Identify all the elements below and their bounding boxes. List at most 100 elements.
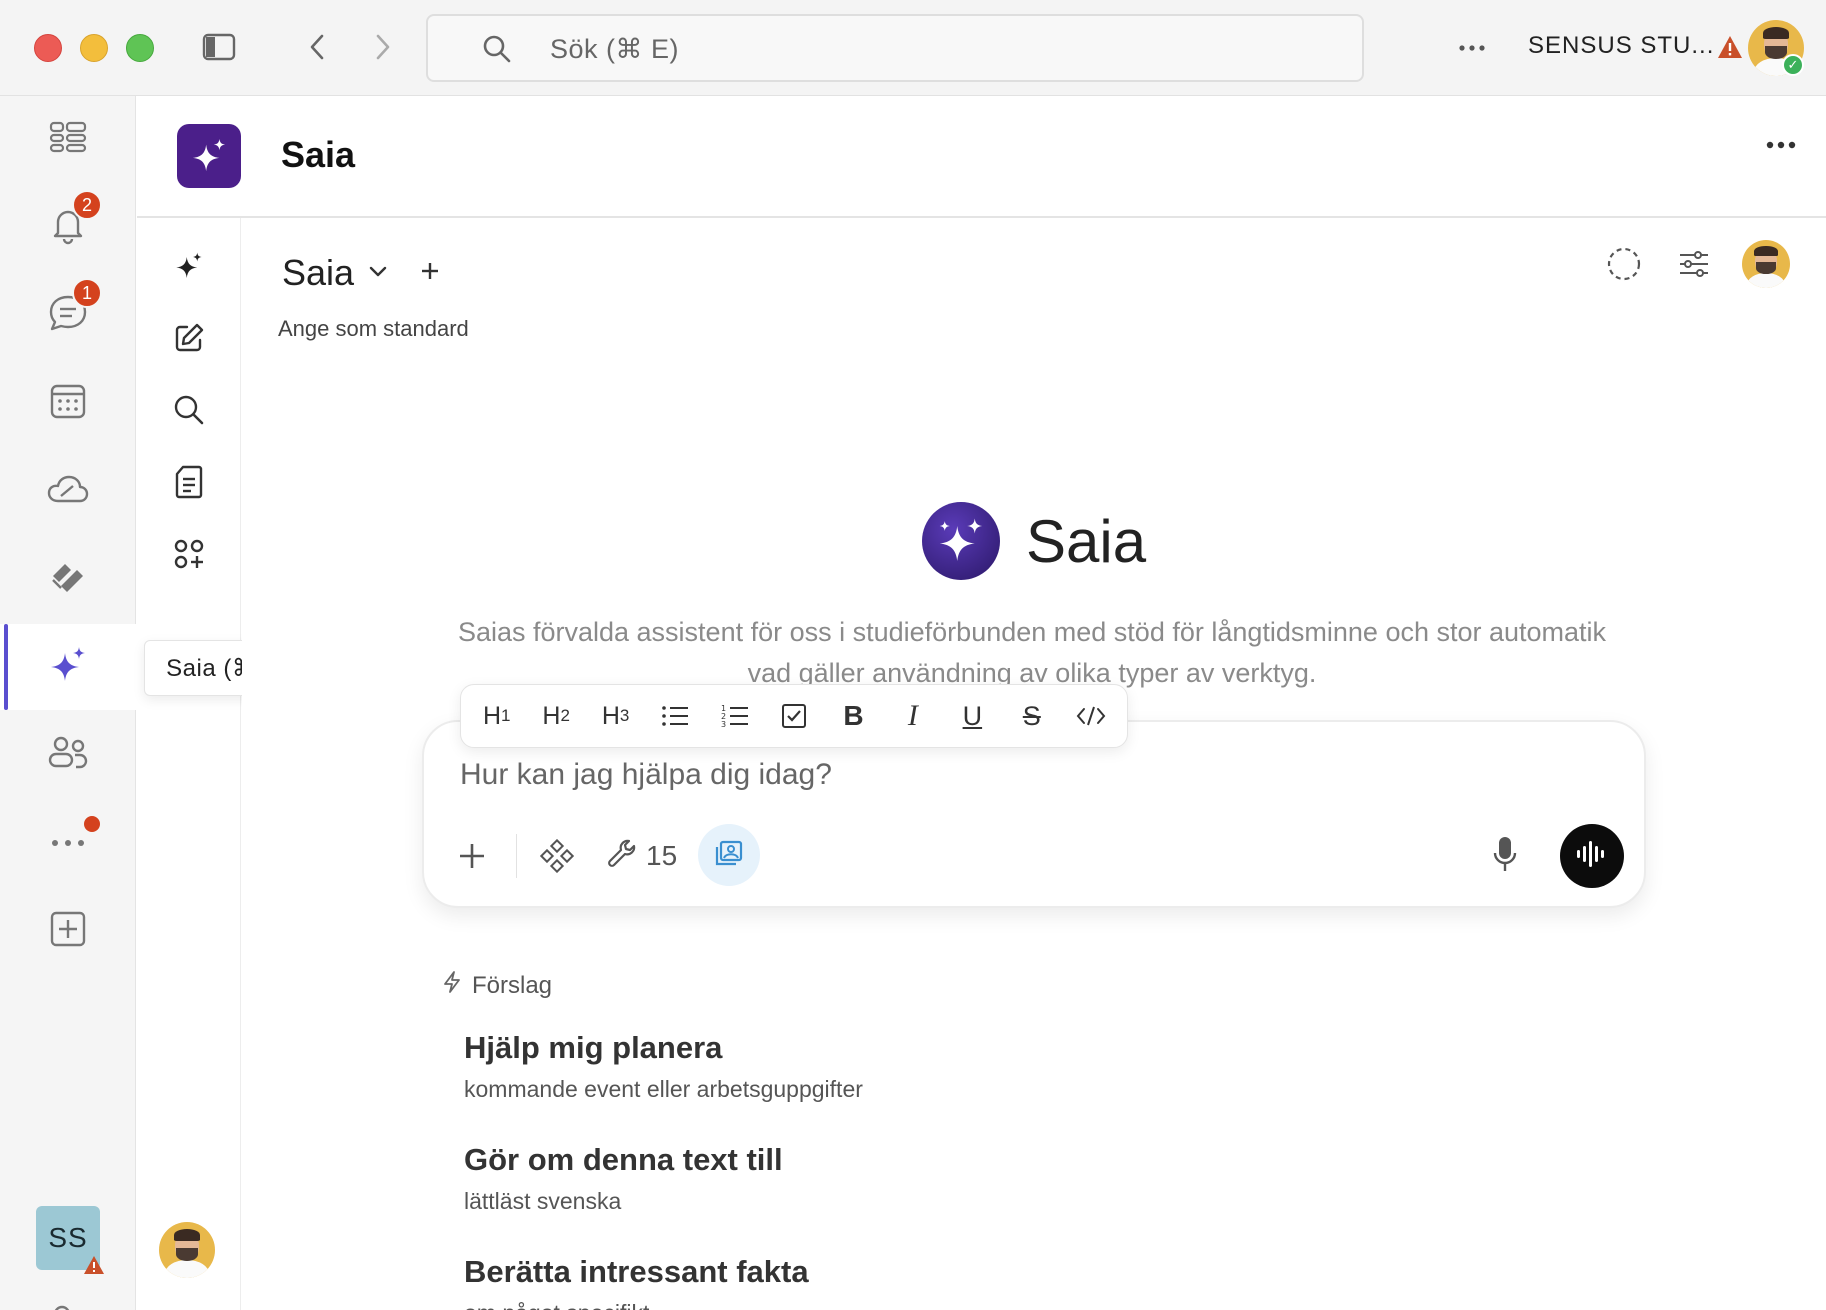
- settings-sliders-icon[interactable]: [1678, 250, 1710, 283]
- notifications-badge: 2: [72, 190, 102, 220]
- calendar-icon: [49, 382, 87, 425]
- suggestion-subtitle: kommande event eller arbetsguppgifter: [464, 1076, 863, 1102]
- main-navigation-rail: 2 1 SS: [0, 96, 136, 1310]
- edit-pencil-icon: [173, 322, 205, 359]
- suggestion-title: Gör om denna text till: [464, 1142, 783, 1177]
- workspace-name[interactable]: SENSUS STU...: [1528, 32, 1714, 60]
- nav-chat[interactable]: 1: [0, 272, 136, 358]
- nav-people[interactable]: [0, 712, 136, 798]
- assistant-selector[interactable]: Saia: [282, 252, 440, 294]
- online-status-icon: ✓: [1782, 54, 1804, 76]
- nav-tasks[interactable]: [0, 536, 136, 622]
- assistant-name: Saia: [282, 252, 355, 293]
- message-composer[interactable]: Hur kan jag hjälpa dig idag? 15: [422, 720, 1646, 908]
- sparkle-icon: [174, 251, 204, 286]
- document-icon: [175, 465, 203, 504]
- apps-grid-icon: [173, 538, 205, 575]
- assistant-owner-avatar[interactable]: [1742, 240, 1790, 288]
- hero-assistant-name: Saia: [1026, 507, 1147, 575]
- search-chats-button[interactable]: [137, 382, 241, 442]
- search-placeholder: Sök (⌘ E): [550, 34, 680, 64]
- tool-count: 15: [646, 840, 678, 871]
- bold-button[interactable]: B: [829, 692, 877, 740]
- chevron-down-icon[interactable]: [368, 264, 388, 282]
- minimize-window-button[interactable]: [80, 34, 108, 62]
- microphone-icon[interactable]: [1492, 836, 1518, 879]
- tools-button[interactable]: 15: [608, 826, 677, 886]
- heading-2-button[interactable]: H2: [532, 692, 580, 740]
- more-icon: [51, 834, 85, 852]
- zoom-window-button[interactable]: [126, 34, 154, 62]
- close-window-button[interactable]: [34, 34, 62, 62]
- suggestion-item[interactable]: Berätta intressant fakta om något specif…: [464, 1254, 809, 1310]
- assistant-user-avatar[interactable]: [159, 1222, 215, 1278]
- image-generation-toggle[interactable]: [698, 824, 760, 886]
- global-search-input[interactable]: Sök (⌘ E): [426, 14, 1364, 82]
- suggestion-title: Berätta intressant fakta: [464, 1254, 809, 1289]
- new-chat-button[interactable]: [137, 310, 241, 370]
- assistant-description: Saias förvalda assistent för oss i studi…: [457, 617, 1607, 688]
- search-icon: [173, 394, 205, 431]
- chat-badge: 1: [72, 278, 102, 308]
- strikethrough-button[interactable]: S: [1008, 692, 1056, 740]
- nav-more[interactable]: [0, 800, 136, 886]
- checklist-icon[interactable]: [770, 692, 818, 740]
- nav-cloud[interactable]: [0, 448, 136, 534]
- suggestion-subtitle: lättläst svenska: [464, 1188, 622, 1214]
- nav-user-notifications[interactable]: [0, 1284, 136, 1310]
- sparkle-icon: [48, 645, 88, 690]
- nav-saia[interactable]: [0, 624, 136, 710]
- saia-logo: [177, 124, 241, 188]
- back-arrow-icon[interactable]: [302, 30, 332, 64]
- cloud-icon: [47, 474, 89, 509]
- audio-waveform-icon: [1575, 840, 1609, 873]
- code-icon[interactable]: [1067, 692, 1115, 740]
- nav-calendar[interactable]: [0, 360, 136, 446]
- bullet-list-icon[interactable]: [651, 692, 699, 740]
- suggestion-item[interactable]: Gör om denna text till lättläst svenska: [464, 1142, 783, 1215]
- suggestions-heading: Förslag: [472, 971, 553, 999]
- composer-placeholder[interactable]: Hur kan jag hjälpa dig idag?: [460, 758, 832, 792]
- user-bell-icon: [46, 1304, 90, 1310]
- heading-1-button[interactable]: H1: [473, 692, 521, 740]
- composer-divider: [516, 834, 517, 878]
- integrations-icon[interactable]: [540, 826, 574, 886]
- suggestion-title: Hjälp mig planera: [464, 1030, 723, 1065]
- forward-arrow-icon[interactable]: [368, 30, 398, 64]
- app-window: Sök (⌘ E) SENSUS STU... ✓ 2 1 SS Saia Sa…: [0, 0, 1826, 1310]
- apps-button[interactable]: [137, 526, 241, 586]
- dashboard-icon: [49, 121, 87, 158]
- underline-button[interactable]: U: [948, 692, 996, 740]
- suggestion-item[interactable]: Hjälp mig planera kommande event eller a…: [464, 1030, 863, 1103]
- numbered-list-icon[interactable]: 123: [711, 692, 759, 740]
- nav-dashboard[interactable]: [0, 96, 136, 182]
- italic-button[interactable]: I: [889, 692, 937, 740]
- add-assistant-icon[interactable]: [420, 261, 440, 286]
- sidebar-toggle-icon[interactable]: [200, 30, 238, 64]
- app-header: Saia: [137, 96, 1826, 218]
- app-more-icon[interactable]: [1766, 136, 1796, 154]
- more-options-icon[interactable]: [1456, 36, 1488, 60]
- suggestion-subtitle: om något specifikt: [464, 1300, 809, 1310]
- saia-round-logo: [922, 502, 1000, 580]
- add-square-icon: [49, 910, 87, 953]
- more-indicator-dot: [84, 816, 100, 832]
- formatting-toolbar: H1 H2 H3 123 B I U S: [460, 684, 1128, 748]
- assistant-sidebar: [137, 218, 241, 1310]
- assistant-home-button[interactable]: [137, 238, 241, 298]
- attach-plus-icon[interactable]: [458, 826, 486, 886]
- set-default-link[interactable]: Ange som standard: [278, 316, 469, 342]
- nav-add[interactable]: [0, 888, 136, 974]
- svg-text:3: 3: [721, 720, 726, 729]
- warning-icon[interactable]: [1716, 34, 1744, 60]
- title-bar: Sök (⌘ E) SENSUS STU... ✓: [0, 0, 1826, 96]
- image-icon: [715, 840, 743, 871]
- nav-notifications[interactable]: 2: [0, 184, 136, 270]
- wrench-icon: [608, 839, 638, 874]
- history-dashed-circle-icon[interactable]: [1606, 246, 1642, 287]
- lightning-icon: [442, 970, 462, 1001]
- voice-mode-button[interactable]: [1560, 824, 1624, 888]
- heading-3-button[interactable]: H3: [592, 692, 640, 740]
- documents-button[interactable]: [137, 454, 241, 514]
- tasks-icon: [47, 558, 89, 601]
